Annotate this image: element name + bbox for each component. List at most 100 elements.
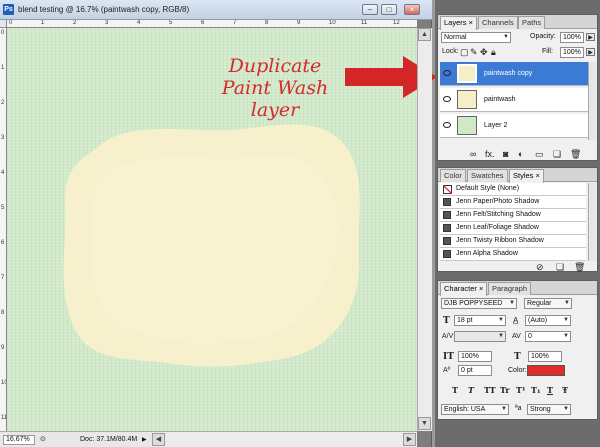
status-menu-arrow-icon[interactable]: ▶ xyxy=(142,436,147,443)
horizontal-scale-icon: T xyxy=(514,352,521,362)
layer-row-paintwash-copy[interactable]: paintwash copy xyxy=(440,62,588,86)
layer-row-layer-2[interactable]: Layer 2 xyxy=(440,114,588,138)
all-caps-button[interactable]: TT xyxy=(484,385,496,395)
style-item[interactable]: Jenn Twisty Ribbon Shadow xyxy=(440,235,586,248)
ruler-tick-label: 9 xyxy=(297,20,301,26)
ruler-tick-label: 2 xyxy=(1,100,5,106)
lock-transparency-icon[interactable]: ▢ xyxy=(460,47,469,57)
status-info-icon[interactable]: ⊙ xyxy=(40,435,50,445)
subscript-button[interactable]: T₁ xyxy=(531,385,540,395)
new-layer-icon[interactable]: ❏ xyxy=(553,149,561,159)
tab-channels[interactable]: Channels xyxy=(478,16,518,29)
layers-panel: Layers × Channels Paths Normal ▼ Opacity:… xyxy=(437,14,598,161)
tab-paragraph[interactable]: Paragraph xyxy=(488,282,532,295)
scroll-up-arrow-icon[interactable]: ▲ xyxy=(418,28,431,41)
opacity-slider-arrow-icon[interactable]: ▶ xyxy=(586,33,595,41)
lock-all-icon[interactable]: 🔒︎ xyxy=(491,47,496,57)
antialias-select[interactable]: Strong ▼ xyxy=(527,404,571,415)
document-titlebar[interactable]: Ps blend testing @ 16.7% (paintwash copy… xyxy=(0,0,432,20)
zoom-field[interactable]: 16.67% xyxy=(3,435,35,445)
tab-character[interactable]: Character × xyxy=(440,282,488,296)
tracking-field[interactable]: 0 ▼ xyxy=(525,331,571,342)
fx-icon[interactable]: fx. xyxy=(485,149,495,159)
strikethrough-button[interactable]: Ŧ xyxy=(562,385,568,395)
opacity-field[interactable]: 100% xyxy=(560,32,584,43)
tab-layers[interactable]: Layers × xyxy=(440,16,477,30)
vertical-scale-field[interactable]: 100% xyxy=(458,351,492,362)
visibility-eye-icon[interactable] xyxy=(443,70,451,76)
horizontal-scale-field[interactable]: 100% xyxy=(528,351,562,362)
scroll-down-arrow-icon[interactable]: ▼ xyxy=(418,417,431,430)
style-item[interactable]: Default Style (None) xyxy=(440,183,586,196)
leading-field[interactable]: (Auto) ▼ xyxy=(525,315,571,326)
tab-swatches[interactable]: Swatches xyxy=(467,169,508,182)
mask-icon[interactable]: ◙ xyxy=(503,149,508,159)
layer-thumbnail xyxy=(457,116,477,135)
scroll-left-arrow-icon[interactable]: ◀ xyxy=(152,433,165,446)
horizontal-scrollbar[interactable]: ◀ ▶ xyxy=(152,431,417,447)
underline-button[interactable]: T xyxy=(547,385,553,395)
lock-image-brush-icon[interactable]: ✎ xyxy=(470,47,478,57)
font-family-select[interactable]: DJB POPPYSEED ▼ xyxy=(441,298,517,309)
ruler-tick-label: 6 xyxy=(201,20,205,26)
chevron-down-icon: ▼ xyxy=(563,333,569,339)
style-item[interactable]: Jenn Leaf/Foliage Shadow xyxy=(440,222,586,235)
new-style-icon[interactable]: ❏ xyxy=(556,262,564,272)
styles-scrollbar[interactable] xyxy=(588,183,596,261)
close-button[interactable]: × xyxy=(404,4,420,15)
chevron-down-icon: ▼ xyxy=(498,317,504,323)
vertical-ruler[interactable]: 01234567891011 xyxy=(0,28,7,431)
horizontal-ruler[interactable]: 0 1 2 3 4 5 6 7 8 9 10 11 12 xyxy=(7,20,417,28)
chevron-down-icon: ▼ xyxy=(501,406,507,412)
faux-bold-button[interactable]: T xyxy=(452,385,458,395)
tab-color[interactable]: Color xyxy=(440,169,466,182)
fill-slider-arrow-icon[interactable]: ▶ xyxy=(586,48,595,56)
opacity-label: Opacity: xyxy=(530,33,556,40)
kerning-field[interactable]: ▼ xyxy=(454,331,506,342)
tab-paths[interactable]: Paths xyxy=(518,16,546,29)
small-caps-button[interactable]: Tr xyxy=(500,385,510,395)
chevron-down-icon: ▼ xyxy=(498,333,504,339)
scroll-right-arrow-icon[interactable]: ▶ xyxy=(403,433,416,446)
chevron-down-icon: ▼ xyxy=(509,300,515,306)
superscript-button[interactable]: T¹ xyxy=(516,385,525,395)
group-icon[interactable]: ▭ xyxy=(535,149,544,159)
ruler-tick-label: 7 xyxy=(233,20,237,26)
layers-scrollbar[interactable] xyxy=(588,62,596,140)
fill-field[interactable]: 100% xyxy=(560,47,584,58)
baseline-shift-field[interactable]: 0 pt xyxy=(458,365,492,376)
chevron-down-icon: ▼ xyxy=(503,34,509,40)
lock-label: Lock: xyxy=(442,48,459,55)
font-size-field[interactable]: 18 pt ▼ xyxy=(454,315,506,326)
maximize-button[interactable]: □ xyxy=(381,4,397,15)
style-item[interactable]: Jenn Alpha Shadow xyxy=(440,248,586,261)
visibility-eye-icon[interactable] xyxy=(443,122,451,128)
clear-style-icon[interactable]: ⊘ xyxy=(536,262,544,272)
blend-mode-select[interactable]: Normal ▼ xyxy=(441,32,511,43)
layer-thumbnail xyxy=(457,64,477,83)
trash-icon[interactable]: 🗑︎ xyxy=(574,262,585,272)
tab-styles[interactable]: Styles × xyxy=(509,169,544,183)
baseline-shift-icon: Aª xyxy=(443,367,451,374)
ruler-tick-label: 0 xyxy=(1,30,5,36)
language-select[interactable]: English: USA ▼ xyxy=(441,404,509,415)
style-item[interactable]: Jenn Paper/Photo Shadow xyxy=(440,196,586,209)
layer-row-paintwash[interactable]: paintwash xyxy=(440,88,588,112)
ruler-tick-label: 2 xyxy=(73,20,77,26)
adjustment-icon[interactable]: ◐ xyxy=(518,149,523,159)
link-icon[interactable]: ∞ xyxy=(470,149,476,159)
photoshop-doc-icon: Ps xyxy=(3,4,14,15)
font-size-icon: T xyxy=(443,316,450,326)
status-bar: 16.67% ⊙ Doc: 37.1M/80.4M ▶ xyxy=(0,431,152,447)
ruler-origin[interactable] xyxy=(0,20,7,28)
color-label: Color: xyxy=(508,367,527,374)
minimize-button[interactable]: – xyxy=(362,4,378,15)
style-item[interactable]: Jenn Felt/Stitching Shadow xyxy=(440,209,586,222)
font-style-select[interactable]: Regular ▼ xyxy=(524,298,572,309)
vertical-scrollbar[interactable]: ▲ ▼ xyxy=(417,28,432,431)
trash-icon[interactable]: 🗑︎ xyxy=(570,149,581,159)
faux-italic-button[interactable]: T xyxy=(468,385,474,395)
lock-position-icon[interactable]: ✥ xyxy=(480,47,488,57)
visibility-eye-icon[interactable] xyxy=(443,96,451,102)
text-color-swatch[interactable] xyxy=(527,365,565,376)
